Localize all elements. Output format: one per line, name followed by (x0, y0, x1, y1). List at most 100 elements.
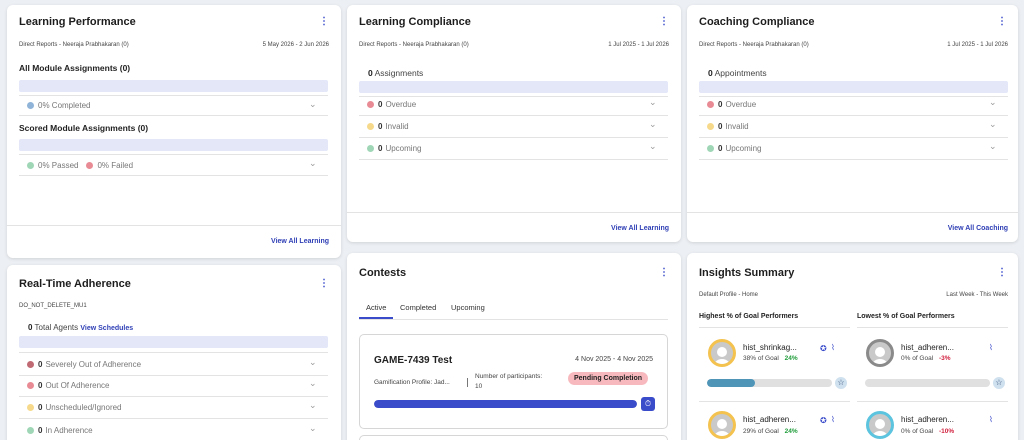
chevron-down-icon[interactable]: ⌄ (309, 400, 317, 411)
contest-name: GAME-7439 Test (374, 355, 453, 366)
chart-icon[interactable]: ⌇ (989, 415, 993, 424)
severely-out-row[interactable]: 0 Severely Out of Adherence (27, 354, 327, 374)
appointments-count: 0 Appointments (708, 68, 767, 78)
scored-module-bar (19, 139, 328, 151)
goal-text: 29% of Goal (743, 428, 779, 435)
chevron-down-icon[interactable]: ⌄ (989, 141, 997, 152)
overdue-row[interactable]: 0 Overdue (707, 94, 1007, 114)
divider (857, 401, 1008, 402)
view-all-learning-link[interactable]: View All Learning (271, 238, 329, 245)
card-title: Insights Summary (699, 267, 795, 279)
insights-summary-card: Insights Summary ⋮ Default Profile - Hom… (687, 253, 1018, 440)
view-schedules-link[interactable]: View Schedules (80, 325, 133, 332)
appointments-num: 0 (708, 68, 713, 78)
out-of-adherence-row[interactable]: 0 Out Of Adherence (27, 375, 327, 395)
divider (19, 115, 328, 116)
in-adherence-row[interactable]: 0 In Adherence (27, 420, 327, 440)
star-icon[interactable]: ☆ (835, 377, 847, 389)
contest-card[interactable]: GAME-7439 Test 4 Nov 2025 - 4 Nov 2025 G… (359, 334, 668, 429)
chart-icon[interactable]: ⌇ (989, 343, 993, 352)
performer-goal: 38% of Goal 24% (743, 355, 798, 362)
overdue-dot (707, 100, 714, 108)
all-module-heading: All Module Assignments (0) (19, 63, 131, 73)
upcoming-row[interactable]: 0 Upcoming (707, 138, 1007, 158)
appointments-label: Appointments (714, 68, 767, 78)
more-vertical-icon[interactable]: ⋮ (997, 16, 1007, 28)
performer-card[interactable]: hist_adheren... 29% of Goal 24% ✪ ⌇ (699, 403, 850, 440)
chart-icon[interactable]: ⌇ (831, 415, 835, 424)
overdue-num: 0 (718, 99, 723, 109)
unscheduled-dot (27, 403, 34, 411)
invalid-row[interactable]: 0 Invalid (367, 116, 667, 136)
view-all-coaching-link[interactable]: View All Coaching (948, 225, 1008, 232)
more-vertical-icon[interactable]: ⋮ (997, 267, 1007, 279)
performer-goal: 0% of Goal -3% (901, 355, 951, 362)
assignments-bar (359, 81, 668, 93)
upcoming-row[interactable]: 0 Upcoming (367, 138, 667, 158)
total-agents-label: Total Agents (34, 323, 79, 332)
highest-heading: Highest % of Goal Performers (699, 313, 799, 320)
tabs-divider (359, 319, 668, 320)
contest-progress-bar (374, 400, 637, 408)
completed-row[interactable]: 0% Completed (27, 95, 327, 115)
award-icon[interactable]: ✪ (820, 416, 827, 425)
more-vertical-icon[interactable]: ⋮ (659, 16, 669, 28)
period-label: Last Week - This Week (946, 292, 1008, 298)
chevron-down-icon[interactable]: ⌄ (649, 141, 657, 152)
timer-icon[interactable]: ⏱ (641, 397, 655, 411)
more-vertical-icon[interactable]: ⋮ (319, 16, 329, 28)
chevron-down-icon[interactable]: ⌄ (309, 357, 317, 368)
award-icon[interactable]: ✪ (820, 344, 827, 353)
star-icon[interactable]: ☆ (993, 377, 1005, 389)
performer-card[interactable]: hist_adheren... 0% of Goal -10% ⌇ (857, 403, 1008, 440)
chevron-down-icon[interactable]: ⌄ (649, 97, 657, 108)
invalid-row[interactable]: 0 Invalid (707, 116, 1007, 136)
avatar (866, 411, 894, 439)
chevron-down-icon[interactable]: ⌄ (309, 423, 317, 434)
delta-text: 24% (784, 428, 798, 435)
goal-text: 0% of Goal (901, 428, 934, 435)
date-range: 5 May 2026 - 2 Jun 2026 (262, 42, 329, 48)
failed-dot (86, 161, 94, 169)
severely-out-num: 0 (38, 359, 43, 369)
chart-icon[interactable]: ⌇ (831, 343, 835, 352)
chevron-down-icon[interactable]: ⌄ (649, 119, 657, 130)
tab-active[interactable]: Active (366, 303, 386, 312)
performer-card[interactable]: hist_adheren... 0% of Goal -3% ⌇ ☆ (857, 329, 1008, 399)
total-agents: 0 Total Agents View Schedules (28, 323, 133, 332)
tab-upcoming[interactable]: Upcoming (451, 303, 485, 312)
avatar (708, 411, 736, 439)
chevron-down-icon[interactable]: ⌄ (989, 97, 997, 108)
total-agents-bar (19, 336, 328, 348)
view-all-learning-link[interactable]: View All Learning (611, 225, 669, 232)
profile-divider (467, 378, 468, 387)
chevron-down-icon[interactable]: ⌄ (309, 99, 317, 110)
participants-value: 10 (475, 383, 483, 390)
overdue-row[interactable]: 0 Overdue (367, 94, 667, 114)
upcoming-dot (707, 144, 714, 152)
chevron-down-icon[interactable]: ⌄ (309, 378, 317, 389)
more-vertical-icon[interactable]: ⋮ (319, 278, 329, 290)
reports-label: Direct Reports - Neeraja Prabhakaran (0) (19, 42, 129, 48)
divider (359, 159, 668, 160)
card-title: Contests (359, 267, 407, 279)
upcoming-num: 0 (718, 143, 723, 153)
more-vertical-icon[interactable]: ⋮ (659, 267, 669, 279)
tab-completed[interactable]: Completed (400, 303, 436, 312)
invalid-dot (707, 122, 714, 130)
passed-failed-row[interactable]: 0% Passed 0% Failed (27, 155, 327, 175)
unscheduled-row[interactable]: 0 Unscheduled/Ignored (27, 397, 327, 417)
in-adherence-label: In Adherence (45, 425, 93, 435)
card-title: Real-Time Adherence (19, 278, 131, 290)
goal-progress-fill (707, 379, 755, 387)
delta-text: -3% (938, 355, 951, 362)
overdue-label: Overdue (725, 99, 757, 109)
overdue-label: Overdue (385, 99, 417, 109)
performer-goal: 29% of Goal 24% (743, 428, 798, 435)
chevron-down-icon[interactable]: ⌄ (309, 158, 317, 169)
footer-divider (347, 212, 681, 213)
chevron-down-icon[interactable]: ⌄ (989, 119, 997, 130)
performer-card[interactable]: hist_shrinkag... 38% of Goal 24% ✪ ⌇ ☆ (699, 329, 850, 399)
contest-card-next[interactable] (359, 435, 668, 440)
contest-dates: 4 Nov 2025 - 4 Nov 2025 (575, 356, 653, 363)
